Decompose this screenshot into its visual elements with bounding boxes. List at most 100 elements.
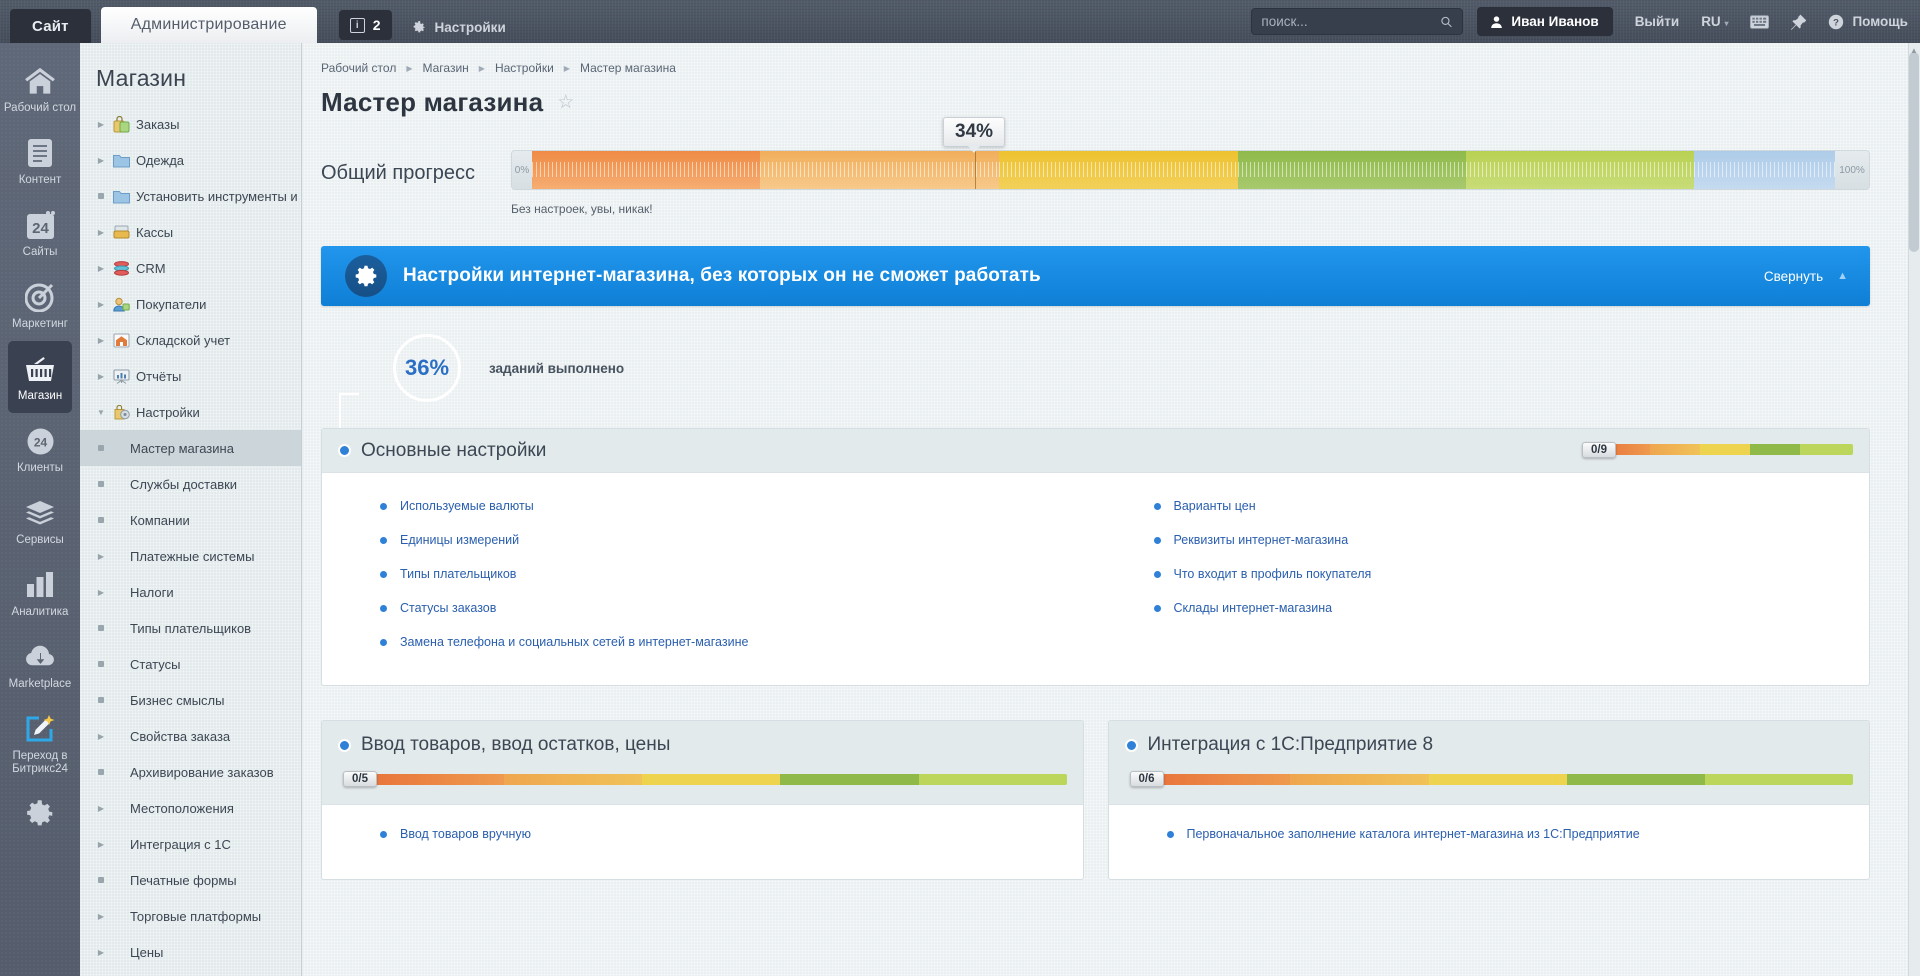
sidebar-item-companies[interactable]: Компании <box>80 502 301 538</box>
breadcrumb-item-desktop[interactable]: Рабочий стол <box>321 61 396 75</box>
rail-item-sites[interactable]: 24 Сайты <box>0 197 80 269</box>
sidebar-item-warehouse[interactable]: ▶ Складской учет <box>80 322 301 358</box>
rail-item-bitrix24[interactable]: Переход в Битрикс24 <box>0 701 80 786</box>
rail-item-shop[interactable]: Магазин <box>8 341 72 413</box>
chevron-right-icon[interactable]: ▶ <box>96 804 106 813</box>
section-progress-knob[interactable]: 0/6 <box>1129 771 1164 787</box>
list-item[interactable]: Что входит в профиль покупателя <box>1153 567 1870 581</box>
rail-item-marketing[interactable]: Маркетинг <box>0 269 80 341</box>
breadcrumb-item-shop[interactable]: Магазин <box>422 61 468 75</box>
rail-item-settings[interactable] <box>0 786 80 845</box>
search-input[interactable] <box>1261 14 1441 29</box>
link-warehouses[interactable]: Склады интернет-магазина <box>1174 601 1333 615</box>
section-progress-knob[interactable]: 0/5 <box>343 771 377 787</box>
list-item[interactable]: Замена телефона и социальных сетей в инт… <box>380 635 1096 649</box>
tab-administration[interactable]: Администрирование <box>100 7 317 43</box>
sidebar-item-locations[interactable]: ▶ Местоположения <box>80 790 301 826</box>
help-button[interactable]: ? Помощь <box>1828 14 1908 30</box>
sidebar-item-trading-platforms[interactable]: ▶ Торговые платформы <box>80 898 301 934</box>
sidebar-item-shop-wizard[interactable]: Мастер магазина <box>80 430 301 466</box>
pin-icon[interactable] <box>1791 14 1807 30</box>
rail-item-services[interactable]: Сервисы <box>0 485 80 557</box>
sidebar-item-cashboxes[interactable]: ▶ Кассы <box>80 214 301 250</box>
link-shop-requisites[interactable]: Реквизиты интернет-магазина <box>1174 533 1349 547</box>
sidebar-item-delivery-services[interactable]: Службы доставки <box>80 466 301 502</box>
list-item[interactable]: Типы плательщиков <box>380 567 1096 581</box>
chevron-right-icon[interactable]: ▶ <box>96 228 106 237</box>
section-progress-knob[interactable]: 0/9 <box>1582 442 1616 458</box>
sidebar-item-statuses[interactable]: Статусы <box>80 646 301 682</box>
chevron-right-icon[interactable]: ▶ <box>96 588 106 597</box>
sidebar-item-orders[interactable]: ▶ Заказы <box>80 106 301 142</box>
chevron-right-icon[interactable]: ▶ <box>96 372 106 381</box>
chevron-right-icon[interactable]: ▶ <box>96 948 106 957</box>
scroll-up-icon[interactable]: ▲ <box>1908 43 1920 57</box>
sidebar-item-business-meanings[interactable]: Бизнес смыслы <box>80 682 301 718</box>
sidebar-item-clothing[interactable]: ▶ Одежда <box>80 142 301 178</box>
chevron-right-icon[interactable]: ▶ <box>96 912 106 921</box>
section-progress-bar[interactable] <box>1597 444 1853 455</box>
list-item[interactable]: Склады интернет-магазина <box>1153 601 1870 615</box>
chevron-right-icon[interactable]: ▶ <box>96 264 106 273</box>
tab-site[interactable]: Сайт <box>10 9 91 43</box>
chevron-right-icon[interactable]: ▶ <box>96 840 106 849</box>
link-manual-product-entry[interactable]: Ввод товаров вручную <box>400 827 531 841</box>
settings-button[interactable]: Настройки <box>412 20 506 35</box>
link-phone-social-replace[interactable]: Замена телефона и социальных сетей в инт… <box>400 635 748 649</box>
search-icon[interactable] <box>1440 15 1453 29</box>
chevron-down-icon[interactable]: ▼ <box>96 408 106 417</box>
sidebar-item-1c-integration[interactable]: ▶ Интеграция с 1С <box>80 826 301 862</box>
link-measure-units[interactable]: Единицы измерений <box>400 533 519 547</box>
sidebar-item-order-archiving[interactable]: Архивирование заказов <box>80 754 301 790</box>
chevron-right-icon[interactable]: ▶ <box>96 120 106 129</box>
language-selector[interactable]: RU ▾ <box>1701 14 1728 29</box>
section-progress-bar[interactable] <box>1142 774 1853 785</box>
sidebar-item-print-forms[interactable]: Печатные формы <box>80 862 301 898</box>
list-item[interactable]: Ввод товаров вручную <box>380 827 1083 841</box>
sidebar-item-settings[interactable]: ▼ Настройки <box>80 394 301 430</box>
list-item[interactable]: Реквизиты интернет-магазина <box>1153 533 1870 547</box>
logout-link[interactable]: Выйти <box>1635 14 1680 29</box>
page-scrollbar-thumb[interactable] <box>1909 52 1919 252</box>
link-payer-types[interactable]: Типы плательщиков <box>400 567 516 581</box>
list-item[interactable]: Единицы измерений <box>380 533 1096 547</box>
chevron-right-icon[interactable]: ▶ <box>96 336 106 345</box>
notifications-counter[interactable]: i 2 <box>338 10 392 40</box>
sidebar-item-taxes[interactable]: ▶ Налоги <box>80 574 301 610</box>
list-item[interactable]: Первоначальное заполнение каталога интер… <box>1166 827 1870 841</box>
search-box[interactable] <box>1251 8 1464 35</box>
sidebar-item-order-properties[interactable]: ▶ Свойства заказа <box>80 718 301 754</box>
rail-item-analytics[interactable]: Аналитика <box>0 557 80 629</box>
link-1c-catalog-initial-fill[interactable]: Первоначальное заполнение каталога интер… <box>1187 827 1640 841</box>
link-price-variants[interactable]: Варианты цен <box>1174 499 1256 513</box>
overall-progress-bar[interactable]: 0% 100% <box>511 150 1870 190</box>
chevron-right-icon[interactable]: ▶ <box>96 300 106 309</box>
link-currencies[interactable]: Используемые валюты <box>400 499 534 513</box>
rail-item-marketplace[interactable]: Marketplace <box>0 629 80 701</box>
sidebar-item-payer-types[interactable]: Типы плательщиков <box>80 610 301 646</box>
rail-item-clients[interactable]: 24 Клиенты <box>0 413 80 485</box>
chevron-right-icon[interactable]: ▶ <box>96 732 106 741</box>
collapse-button[interactable]: Свернуть ▲ <box>1764 269 1848 284</box>
sidebar-item-reports[interactable]: ▶ Отчёты <box>80 358 301 394</box>
rail-item-content[interactable]: Контент <box>0 125 80 197</box>
sidebar-item-buyers[interactable]: ▶ Покупатели <box>80 286 301 322</box>
breadcrumb-item-current[interactable]: Мастер магазина <box>580 61 676 75</box>
list-item[interactable]: Используемые валюты <box>380 499 1096 513</box>
sidebar-item-install-tools[interactable]: Установить инструменты и <box>80 178 301 214</box>
rail-item-desktop[interactable]: Рабочий стол <box>0 53 80 125</box>
user-menu[interactable]: Иван Иванов <box>1477 7 1613 36</box>
keyboard-icon[interactable] <box>1750 14 1770 29</box>
list-item[interactable]: Статусы заказов <box>380 601 1096 615</box>
link-buyer-profile[interactable]: Что входит в профиль покупателя <box>1174 567 1372 581</box>
sidebar-item-payment-systems[interactable]: ▶ Платежные системы <box>80 538 301 574</box>
star-icon[interactable]: ☆ <box>557 91 574 114</box>
section-progress-bar[interactable] <box>356 774 1067 785</box>
chevron-right-icon[interactable]: ▶ <box>96 552 106 561</box>
sidebar-item-crm[interactable]: ▶ CRM <box>80 250 301 286</box>
sidebar-item-prices[interactable]: ▶ Цены <box>80 934 301 970</box>
chevron-right-icon[interactable]: ▶ <box>96 156 106 165</box>
link-order-statuses[interactable]: Статусы заказов <box>400 601 496 615</box>
list-item[interactable]: Варианты цен <box>1153 499 1870 513</box>
breadcrumb-item-settings[interactable]: Настройки <box>495 61 554 75</box>
